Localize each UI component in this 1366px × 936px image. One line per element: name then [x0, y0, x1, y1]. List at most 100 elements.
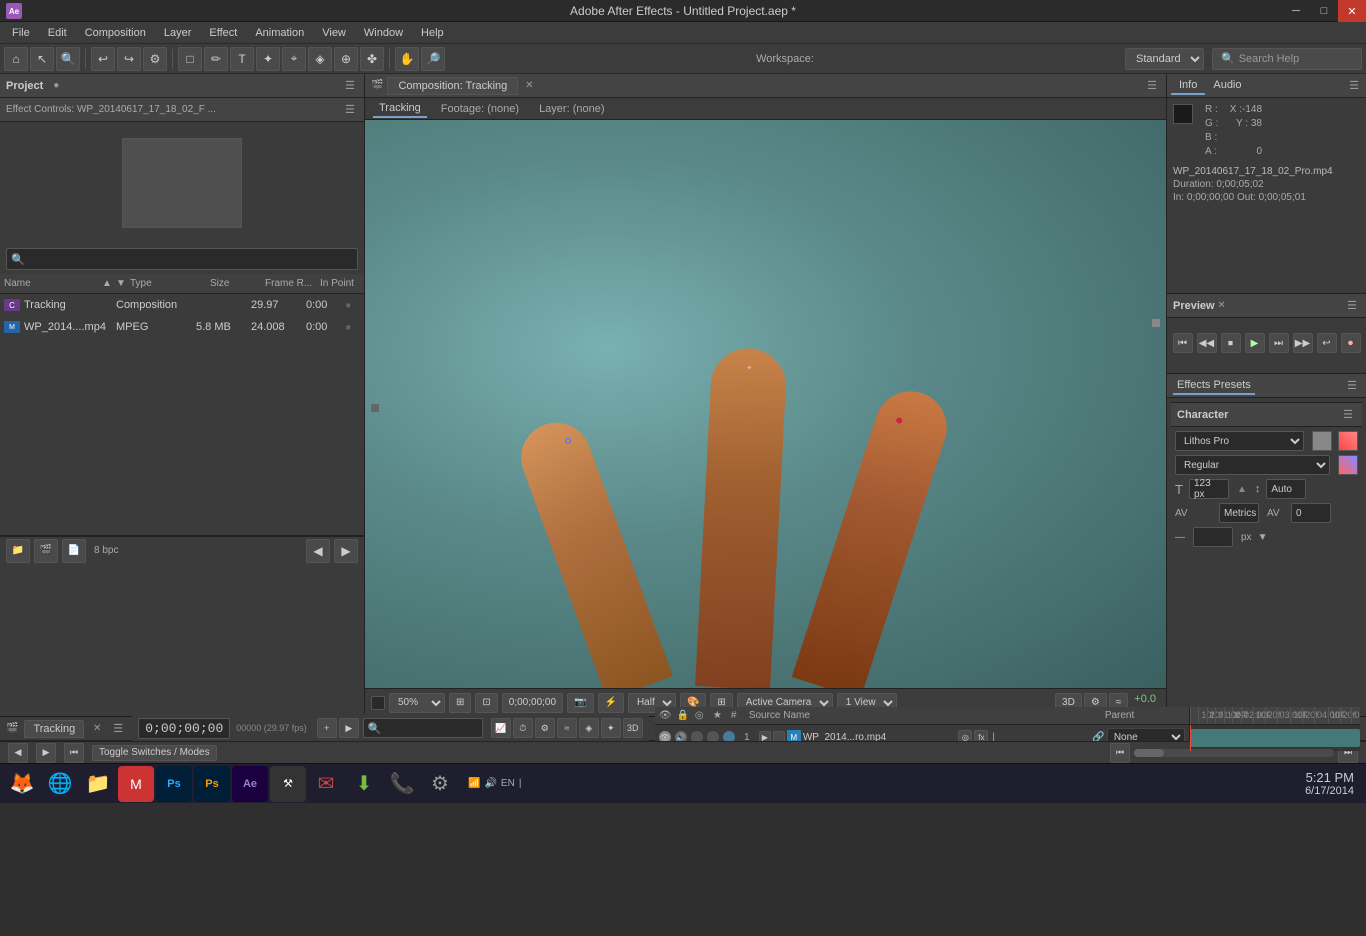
text-tool-button[interactable]: T — [230, 47, 254, 71]
play-button[interactable]: ▶ — [1245, 333, 1265, 353]
fit-button[interactable]: ⊞ — [449, 693, 471, 713]
draft-button[interactable]: ✦ — [601, 718, 621, 738]
go-last-button[interactable]: ⏭ — [1269, 333, 1289, 353]
zoom-select[interactable]: 50% 100% — [389, 693, 445, 713]
comp-tab-close[interactable]: ✕ — [522, 79, 536, 93]
taskbar-aftereffects[interactable]: Ae — [232, 766, 268, 802]
timeline-menu-button[interactable]: ☰ — [110, 721, 126, 737]
redo-button[interactable]: ↪ — [117, 47, 141, 71]
project-menu-button[interactable]: ☰ — [342, 78, 358, 94]
clone-tool-button[interactable]: ⌖ — [282, 47, 306, 71]
font-family-select[interactable]: Lithos Pro — [1175, 431, 1304, 451]
taskbar-ie[interactable]: 🌐 — [42, 766, 78, 802]
timeline-ruler-track[interactable]: 10f 20f 01:00F 10f 20f 02:00F 10f 20f 03… — [1190, 707, 1360, 725]
character-menu-button[interactable]: ☰ — [1340, 407, 1356, 423]
camera-button[interactable]: 📷 — [567, 693, 593, 713]
comp-menu-button[interactable]: ☰ — [1144, 78, 1160, 94]
prev-frame-button[interactable]: ◀◀ — [1197, 333, 1217, 353]
tracking-value[interactable]: 0 — [1291, 503, 1331, 523]
scroll-right-button[interactable]: ▶ — [334, 539, 358, 563]
brush-tool-button[interactable]: ✦ — [256, 47, 280, 71]
menu-layer[interactable]: Layer — [156, 25, 200, 41]
menu-edit[interactable]: Edit — [40, 25, 75, 41]
frame-step-button[interactable]: ⏮ — [64, 743, 84, 763]
font-style-select[interactable]: Regular — [1175, 455, 1330, 475]
motion-blur-tl-button[interactable]: ≈ — [557, 718, 577, 738]
character-tab[interactable]: Character — [1177, 409, 1228, 421]
info-menu-button[interactable]: ☰ — [1346, 78, 1362, 94]
taskbar-firefox[interactable]: 🦊 — [4, 766, 40, 802]
render-queue-button[interactable]: ▶ — [339, 718, 359, 738]
project-item-tracking[interactable]: C Tracking Composition 29.97 0:00 ⏹ — [0, 294, 364, 316]
scroll-thumb[interactable] — [1134, 749, 1164, 757]
taskbar-skype[interactable]: 📞 — [384, 766, 420, 802]
menu-composition[interactable]: Composition — [77, 25, 154, 41]
project-search-input[interactable] — [29, 253, 353, 265]
close-button[interactable]: ✕ — [1338, 0, 1366, 22]
roto-tool-button[interactable]: ⊕ — [334, 47, 358, 71]
taskbar-photoshop-2[interactable]: Ps — [194, 766, 230, 802]
pixel-aspect-button[interactable]: ⊡ — [475, 693, 497, 713]
timeline-search-box[interactable]: 🔍 — [363, 718, 483, 738]
timeline-tab-close[interactable]: ✕ — [90, 722, 104, 736]
effects-presets-tab[interactable]: Effects Presets — [1173, 377, 1255, 395]
expand-all-button[interactable]: ◀ — [8, 743, 28, 763]
comp-tab-button[interactable]: Tracking — [373, 100, 427, 118]
timeline-search-input[interactable] — [382, 723, 478, 734]
layer-tab-button[interactable]: Layer: (none) — [533, 101, 610, 117]
layer-1-track-bar[interactable] — [1190, 729, 1360, 747]
menu-window[interactable]: Window — [356, 25, 411, 41]
graph-editor-button[interactable]: 📈 — [491, 718, 511, 738]
fps-button[interactable]: ⚡ — [598, 693, 624, 713]
scroll-to-start-button[interactable]: ⏮ — [1110, 743, 1130, 763]
rect-tool-button[interactable]: □ — [178, 47, 202, 71]
search-help-box[interactable]: 🔍 Search Help — [1212, 48, 1362, 70]
kerning-select[interactable]: Metrics — [1219, 503, 1259, 523]
next-frame-button[interactable]: ▶▶ — [1293, 333, 1313, 353]
frame-blending-button[interactable]: ◈ — [579, 718, 599, 738]
taskbar-extra[interactable]: ⚙ — [422, 766, 458, 802]
new-folder-button[interactable]: 📁 — [6, 539, 30, 563]
menu-help[interactable]: Help — [413, 25, 452, 41]
project-search-box[interactable]: 🔍 — [6, 248, 358, 270]
render-button[interactable]: ⚙ — [143, 47, 167, 71]
toggle-switches-button[interactable]: Toggle Switches / Modes — [92, 745, 217, 761]
undo-button[interactable]: ↩ — [91, 47, 115, 71]
time-remap-button[interactable]: ⏱ — [513, 718, 533, 738]
effects-menu-button[interactable]: ☰ — [1344, 378, 1360, 394]
eraser-tool-button[interactable]: ◈ — [308, 47, 332, 71]
record-button[interactable]: ⏺ — [1341, 333, 1361, 353]
menu-effect[interactable]: Effect — [201, 25, 245, 41]
font-size-value[interactable]: 123 px — [1189, 479, 1229, 499]
select-tool-button[interactable]: ↖ — [30, 47, 54, 71]
playhead[interactable] — [1190, 725, 1191, 751]
project-item-mp4[interactable]: M WP_2014....mp4 MPEG 5.8 MB 24.008 0:00… — [0, 316, 364, 338]
menu-animation[interactable]: Animation — [247, 25, 312, 41]
zoom-tool-button[interactable]: 🔎 — [421, 47, 445, 71]
taskbar-torrent[interactable]: ⬇ — [346, 766, 382, 802]
preview-close-button[interactable]: ✕ — [1215, 299, 1229, 313]
timeline-comp-tab[interactable]: Tracking — [24, 720, 84, 738]
scroll-left-button[interactable]: ◀ — [306, 539, 330, 563]
layer-switches-button[interactable]: ⚙ — [535, 718, 555, 738]
preview-menu-button[interactable]: ☰ — [1344, 298, 1360, 314]
taskbar-explorer[interactable]: 📁 — [80, 766, 116, 802]
maximize-button[interactable]: □ — [1310, 0, 1338, 22]
home-tool-button[interactable]: ⌂ — [4, 47, 28, 71]
pen-tool-button[interactable]: ✏ — [204, 47, 228, 71]
audio-tab-button[interactable]: Audio — [1205, 77, 1249, 95]
info-tab-button[interactable]: Info — [1171, 77, 1205, 95]
minimize-button[interactable]: ─ — [1282, 0, 1310, 22]
puppet-tool-button[interactable]: ✤ — [360, 47, 384, 71]
new-comp-button[interactable]: 🎬 — [34, 539, 58, 563]
go-first-button[interactable]: ⏮ — [1173, 333, 1193, 353]
workspace-select[interactable]: Standard — [1125, 48, 1204, 70]
loop-button[interactable]: ↩ — [1317, 333, 1337, 353]
search-tool-button[interactable]: 🔍 — [56, 47, 80, 71]
menu-view[interactable]: View — [314, 25, 354, 41]
taskbar-photoshop-1[interactable]: Ps — [156, 766, 192, 802]
new-item-button[interactable]: 📄 — [62, 539, 86, 563]
hand-tool-button[interactable]: ✋ — [395, 47, 419, 71]
timeline-timecode[interactable]: 0;00;00;00 — [138, 718, 230, 739]
new-layer-button[interactable]: + — [317, 718, 337, 738]
